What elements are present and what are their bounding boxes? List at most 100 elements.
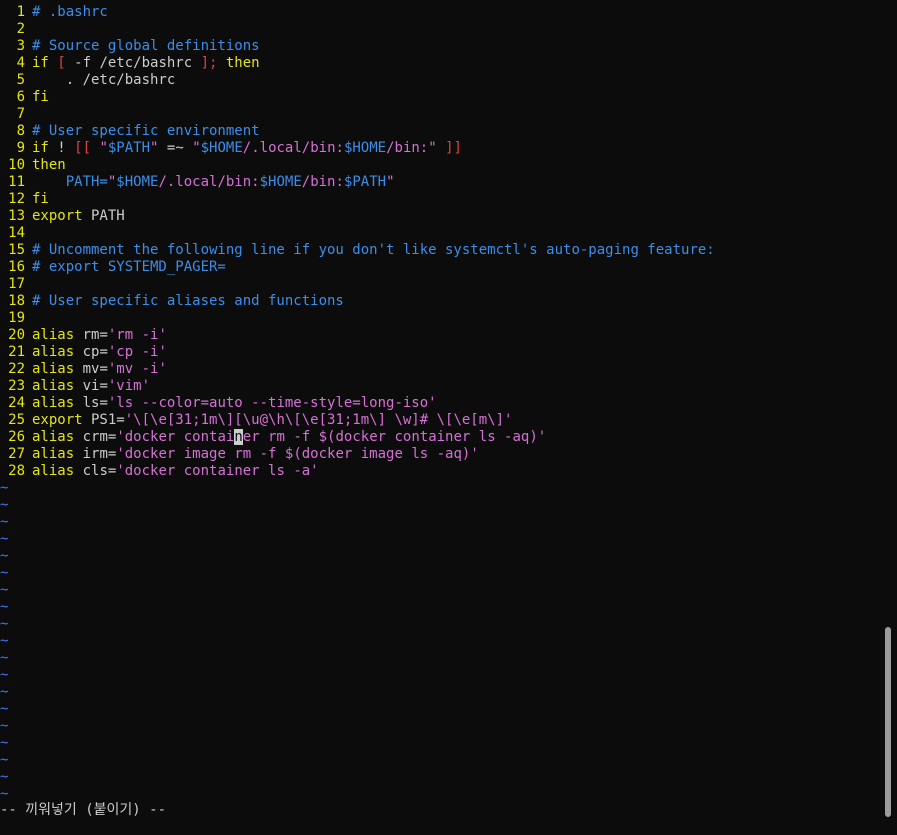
code-line[interactable]: 23 alias vi='vim'	[0, 378, 880, 395]
code-line[interactable]: 8 # User specific environment	[0, 123, 880, 140]
code-token: er rm -f $(docker container ls -aq)'	[242, 429, 547, 445]
code-line[interactable]: 10 then	[0, 157, 880, 174]
code-line[interactable]: 20 alias rm='rm -i'	[0, 327, 880, 344]
code-line[interactable]: 5 . /etc/bashrc	[0, 72, 880, 89]
line-text[interactable]: # Source global definitions	[32, 38, 260, 54]
code-line[interactable]: 18 # User specific aliases and functions	[0, 293, 880, 310]
tilde-marker: ~	[0, 684, 9, 700]
code-line[interactable]: 17	[0, 276, 880, 293]
code-token: ls=	[74, 395, 108, 411]
code-token: export	[32, 208, 83, 224]
line-text[interactable]: PATH="$HOME/.local/bin:$HOME/bin:$PATH"	[32, 174, 395, 190]
code-line[interactable]: 4 if [ -f /etc/bashrc ]; then	[0, 55, 880, 72]
buffer-lines[interactable]: 1 # .bashrc 2 3 # Source global definitions 4…	[0, 0, 880, 480]
code-line[interactable]: 1 # .bashrc	[0, 4, 880, 21]
code-token: [[	[74, 140, 92, 156]
code-token: !	[48, 140, 75, 156]
code-token: fi	[32, 89, 49, 105]
line-text[interactable]: # .bashrc	[32, 4, 108, 20]
line-text[interactable]: . /etc/bashrc	[32, 72, 176, 88]
line-number: 27	[8, 446, 25, 462]
code-token: 'ls --color=auto --time-style=long-iso'	[107, 395, 437, 411]
empty-buffer-lines: ~ ~ ~ ~ ~ ~ ~ ~ ~ ~ ~ ~ ~ ~ ~ ~ ~ ~ ~	[0, 480, 880, 803]
code-line[interactable]: 16 # export SYSTEMD_PAGER=	[0, 259, 880, 276]
line-text[interactable]: alias mv='mv -i'	[32, 361, 167, 377]
code-token: 'cp -i'	[107, 344, 167, 360]
code-line[interactable]: 11 PATH= " $HOME/.local/bin:$HOME/bin:$PAT…	[0, 174, 880, 191]
line-text[interactable]: alias ls='ls --color=auto --time-style=l…	[32, 395, 437, 411]
code-line[interactable]: 28 alias cls='docker container ls -a'	[0, 463, 880, 480]
code-token: /.local/bin:	[158, 174, 260, 190]
code-token: alias	[32, 361, 75, 377]
code-line[interactable]: 13 export PATH	[0, 208, 880, 225]
code-token: 'docker image rm -f $(docker image ls -a…	[116, 446, 479, 462]
code-token: alias	[32, 327, 75, 343]
line-number: 4	[16, 55, 25, 71]
tilde-marker: ~	[0, 718, 9, 734]
scrollbar[interactable]	[880, 0, 897, 835]
code-token: alias	[32, 395, 75, 411]
line-number: 1	[16, 4, 25, 20]
code-line[interactable]: 19	[0, 310, 880, 327]
line-text[interactable]: alias cls='docker container ls -a'	[32, 463, 319, 479]
code-token: cls=	[74, 463, 117, 479]
code-token: export	[32, 412, 83, 428]
code-token: =~	[158, 140, 193, 156]
code-token: 'rm -i'	[107, 327, 167, 343]
code-token: irm=	[74, 446, 117, 462]
code-line[interactable]: 27 alias irm='docker image rm -f $(docker…	[0, 446, 880, 463]
code-token: 'docker container ls -a'	[116, 463, 319, 479]
line-text[interactable]: alias cp='cp -i'	[32, 344, 167, 360]
line-text[interactable]: # export SYSTEMD_PAGER=	[32, 259, 226, 275]
line-text[interactable]: if ! [[ "$PATH" =~ "$HOME/.local/bin:$HO…	[32, 140, 462, 156]
line-number: 28	[8, 463, 25, 479]
line-text[interactable]: # User specific environment	[32, 123, 260, 139]
line-text[interactable]: if [ -f /etc/bashrc ]; then	[32, 55, 260, 71]
tilde-marker: ~	[0, 599, 9, 615]
code-token: cp=	[74, 344, 108, 360]
line-number: 26	[8, 429, 25, 445]
line-text[interactable]: export PS1='\[\e[31;1m\][\u@\h\[\e[31;1m…	[32, 412, 512, 428]
code-token: then	[32, 157, 66, 173]
code-line[interactable]: 6 fi	[0, 89, 880, 106]
code-token: # export SYSTEMD_PAGER=	[32, 259, 226, 275]
line-text[interactable]: fi	[32, 89, 49, 105]
code-token: /bin:"	[386, 140, 446, 156]
line-text[interactable]: alias irm='docker image rm -f $(docker i…	[32, 446, 479, 462]
code-token: [	[57, 55, 66, 71]
code-line[interactable]: 3 # Source global definitions	[0, 38, 880, 55]
code-line[interactable]: 9 if ! [[ "$PATH" =~ "$HOME/.local/bin:$H…	[0, 140, 880, 157]
code-line[interactable]: 14	[0, 225, 880, 242]
code-token: # .bashrc	[32, 4, 108, 20]
line-text[interactable]: # User specific aliases and functions	[32, 293, 344, 309]
code-token: PATH=	[32, 174, 108, 190]
code-line[interactable]: 21 alias cp='cp -i'	[0, 344, 880, 361]
line-text[interactable]: fi	[32, 191, 49, 207]
code-line[interactable]: 26 alias crm='docker container rm -f $(do…	[0, 429, 880, 446]
code-line[interactable]: 22 alias mv='mv -i'	[0, 361, 880, 378]
line-text[interactable]: then	[32, 157, 66, 173]
line-text[interactable]: alias crm='docker container rm -f $(dock…	[32, 429, 546, 445]
code-line[interactable]: 12 fi	[0, 191, 880, 208]
line-number: 2	[16, 21, 25, 37]
code-line[interactable]: 24 alias ls='ls --color=auto --time-style…	[0, 395, 880, 412]
code-line[interactable]: 25 export PS1='\[\e[31;1m\][\u@\h\[\e[31;…	[0, 412, 880, 429]
code-token: # User specific aliases and functions	[32, 293, 344, 309]
vim-editor[interactable]: 1 # .bashrc 2 3 # Source global definitions 4…	[0, 0, 880, 835]
code-token: -f /etc/bashrc	[65, 55, 201, 71]
code-line[interactable]: 15 # Uncomment the following line if you …	[0, 242, 880, 259]
line-text[interactable]: export PATH	[32, 208, 125, 224]
mode-status-line: -- 끼워넣기 (붙이기) --	[0, 802, 167, 818]
tilde-marker: ~	[0, 582, 9, 598]
code-line[interactable]: 2	[0, 21, 880, 38]
line-text[interactable]: # Uncomment the following line if you do…	[32, 242, 715, 258]
code-token: PATH	[82, 208, 125, 224]
tilde-marker: ~	[0, 752, 9, 768]
code-line[interactable]: 7	[0, 106, 880, 123]
scrollbar-thumb[interactable]	[885, 627, 891, 817]
line-text[interactable]: alias rm='rm -i'	[32, 327, 167, 343]
line-text[interactable]: alias vi='vim'	[32, 378, 150, 394]
line-number: 13	[8, 208, 25, 224]
tilde-marker: ~	[0, 514, 9, 530]
code-token: if	[32, 55, 49, 71]
